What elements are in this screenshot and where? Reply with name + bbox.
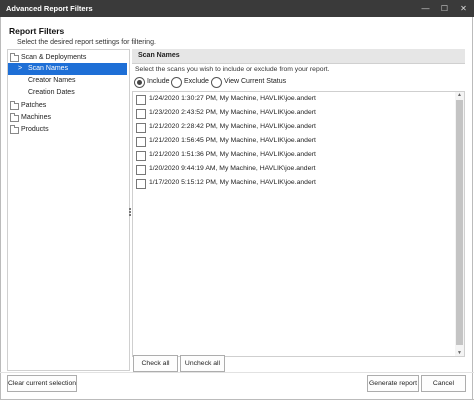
tree-item-scan-names[interactable]: > Scan Names <box>8 63 127 75</box>
folder-icon <box>10 113 19 122</box>
page-title: Report Filters <box>9 26 65 36</box>
tree-item-label: Products <box>21 126 49 133</box>
list-item[interactable]: 1/20/2020 9:44:19 AM, My Machine, HAVLIK… <box>136 164 436 176</box>
checkbox[interactable] <box>136 165 146 175</box>
scan-label: 1/20/2020 9:44:19 AM, My Machine, HAVLIK… <box>149 165 316 172</box>
radio-circle <box>134 77 145 88</box>
checkbox[interactable] <box>136 95 146 105</box>
scan-label: 1/21/2020 2:28:42 PM, My Machine, HAVLIK… <box>149 123 316 130</box>
list-item[interactable]: 1/21/2020 1:56:45 PM, My Machine, HAVLIK… <box>136 136 436 148</box>
cancel-button[interactable]: Cancel <box>421 375 466 392</box>
scan-names-panel: Scan Names Select the scans you wish to … <box>132 49 465 372</box>
list-item[interactable]: 1/21/2020 1:51:36 PM, My Machine, HAVLIK… <box>136 150 436 162</box>
scan-list: 1/24/2020 1:30:27 PM, My Machine, HAVLIK… <box>132 91 465 357</box>
radio-circle <box>211 77 222 88</box>
tree-item-patches[interactable]: Patches <box>8 100 127 112</box>
tree-item-label: Machines <box>21 114 51 121</box>
scroll-up-icon[interactable]: ▲ <box>457 92 462 98</box>
list-item[interactable]: 1/17/2020 5:15:12 PM, My Machine, HAVLIK… <box>136 178 436 190</box>
folder-icon <box>10 125 19 134</box>
page-subtitle: Select the desired report settings for f… <box>17 39 156 46</box>
vertical-scrollbar[interactable]: ▲ ▼ <box>455 92 464 356</box>
window-title: Advanced Report Filters <box>6 4 93 13</box>
list-item[interactable]: 1/21/2020 2:28:42 PM, My Machine, HAVLIK… <box>136 122 436 134</box>
panel-header: Scan Names <box>132 49 465 64</box>
panel-title: Scan Names <box>138 52 180 59</box>
radio-circle <box>171 77 182 88</box>
radio-label: Exclude <box>184 78 209 85</box>
folder-icon <box>10 101 19 110</box>
footer-divider <box>0 372 474 373</box>
checkbox[interactable] <box>136 137 146 147</box>
generate-report-button[interactable]: Generate report <box>367 375 419 392</box>
maximize-button[interactable]: ☐ <box>435 0 454 17</box>
minimize-button[interactable]: — <box>416 0 435 17</box>
tree-item-creation-dates[interactable]: Creation Dates <box>8 87 127 99</box>
tree-item-creator-names[interactable]: Creator Names <box>8 75 127 87</box>
checkbox[interactable] <box>136 123 146 133</box>
scan-label: 1/17/2020 5:15:12 PM, My Machine, HAVLIK… <box>149 179 316 186</box>
scan-label: 1/21/2020 1:51:36 PM, My Machine, HAVLIK… <box>149 151 316 158</box>
list-item[interactable]: 1/24/2020 1:30:27 PM, My Machine, HAVLIK… <box>136 94 436 106</box>
folder-icon <box>10 53 19 62</box>
title-bar: Advanced Report Filters — ☐ ✕ <box>0 0 474 17</box>
radio-label: View Current Status <box>224 78 287 85</box>
tree-item-label: Creation Dates <box>28 89 75 96</box>
chevron-right-icon: > <box>18 65 23 72</box>
tree-item-products[interactable]: Products <box>8 124 127 136</box>
tree-item-label: Scan Names <box>28 65 69 72</box>
filter-tree: Scan & Deployments > Scan Names Creator … <box>7 49 130 371</box>
tree-item-label: Creator Names <box>28 77 76 84</box>
window-left-border <box>0 17 1 400</box>
scrollbar-thumb[interactable] <box>456 100 463 345</box>
scan-label: 1/23/2020 2:43:52 PM, My Machine, HAVLIK… <box>149 109 316 116</box>
scan-label: 1/24/2020 1:30:27 PM, My Machine, HAVLIK… <box>149 95 316 102</box>
checkbox[interactable] <box>136 179 146 189</box>
exclude-radio[interactable]: Exclude <box>171 77 211 88</box>
view-current-status-radio[interactable]: View Current Status <box>211 77 291 88</box>
checkbox[interactable] <box>136 109 146 119</box>
tree-item-machines[interactable]: Machines <box>8 112 127 124</box>
tree-item-label: Patches <box>21 102 47 109</box>
scan-label: 1/21/2020 1:56:45 PM, My Machine, HAVLIK… <box>149 137 316 144</box>
list-item[interactable]: 1/23/2020 2:43:52 PM, My Machine, HAVLIK… <box>136 108 436 120</box>
radio-label: Include <box>147 78 170 85</box>
window-right-border <box>472 17 473 400</box>
clear-selection-button[interactable]: Clear current selection <box>7 375 77 392</box>
include-radio[interactable]: Include <box>134 77 174 88</box>
check-all-button[interactable]: Check all <box>133 355 178 372</box>
close-button[interactable]: ✕ <box>454 0 473 17</box>
uncheck-all-button[interactable]: Uncheck all <box>180 355 225 372</box>
scroll-down-icon[interactable]: ▼ <box>457 350 462 356</box>
panel-description: Select the scans you wish to include or … <box>135 66 330 73</box>
splitter-handle[interactable] <box>129 208 131 210</box>
checkbox[interactable] <box>136 151 146 161</box>
